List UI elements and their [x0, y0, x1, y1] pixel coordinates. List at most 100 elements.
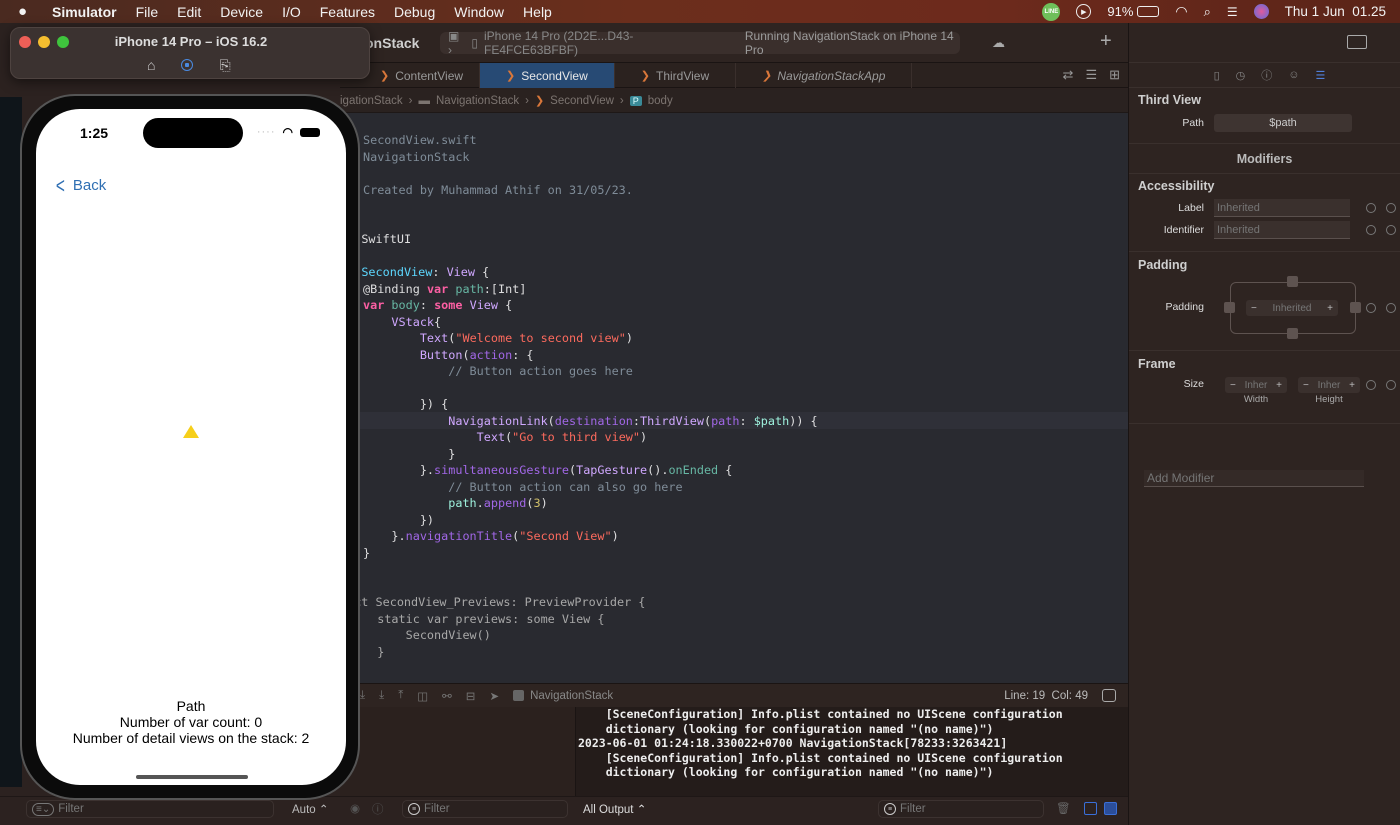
decrement-button[interactable]: −: [1251, 303, 1257, 314]
history-inspector-icon[interactable]: ◷: [1236, 69, 1246, 82]
related-items-icon[interactable]: ⇄: [1063, 67, 1074, 83]
tab-label: SecondView: [521, 68, 588, 83]
size-label: Size: [1183, 378, 1204, 390]
option-circle[interactable]: [1366, 380, 1376, 390]
add-modifier-input[interactable]: [1144, 470, 1364, 487]
breadcrumb-item[interactable]: igationStack: [340, 95, 403, 107]
width-stepper[interactable]: − Inher +: [1225, 377, 1287, 393]
menu-simulator[interactable]: Simulator: [52, 4, 117, 20]
menu-file[interactable]: File: [136, 4, 159, 20]
rotate-icon[interactable]: ⎘: [219, 57, 230, 74]
option-circle[interactable]: [1386, 225, 1396, 235]
view-hierarchy-icon[interactable]: ◫: [417, 689, 428, 703]
increment-button[interactable]: +: [1276, 380, 1282, 391]
line-app-icon[interactable]: LINE: [1042, 2, 1061, 21]
battery-status[interactable]: 91%: [1107, 4, 1160, 19]
console-filter-input[interactable]: ≡ Filter: [878, 800, 1044, 818]
show-console-icon[interactable]: [1104, 802, 1117, 815]
breadcrumb-item[interactable]: body: [648, 95, 673, 107]
screenshot-icon[interactable]: [181, 59, 194, 71]
home-icon[interactable]: ⌂: [147, 57, 155, 74]
back-button[interactable]: < Back: [54, 175, 106, 197]
padding-stepper[interactable]: − Inherited +: [1246, 300, 1338, 316]
environment-overrides-icon[interactable]: ⊟: [466, 689, 476, 703]
info-icon[interactable]: ⓘ: [372, 801, 384, 817]
add-icon[interactable]: +: [1100, 30, 1112, 53]
split-editor-icon[interactable]: ⊞: [1109, 67, 1120, 83]
attributes-inspector-icon[interactable]: ☰: [1316, 69, 1326, 82]
run-status: Running NavigationStack on iPhone 14 Pro: [744, 29, 954, 57]
trash-icon[interactable]: 🗑: [1056, 801, 1071, 815]
toggle-inspector-icon[interactable]: [1347, 35, 1367, 49]
option-circle[interactable]: [1366, 303, 1376, 313]
auto-selector[interactable]: Auto ⌃: [292, 802, 329, 816]
breadcrumb-item[interactable]: NavigationStack: [436, 95, 519, 107]
accessibility-inspector-icon[interactable]: ☺: [1288, 69, 1299, 81]
file-inspector-icon[interactable]: ▯: [1214, 69, 1220, 82]
breadcrumb-item[interactable]: SecondView: [550, 95, 614, 107]
siri-icon[interactable]: [1253, 4, 1269, 19]
decrement-button[interactable]: −: [1303, 380, 1309, 391]
filter-icon: ≡: [884, 803, 896, 815]
filter-options-icon[interactable]: ≡⌄: [32, 802, 55, 816]
increment-button[interactable]: +: [1349, 380, 1355, 391]
menu-window[interactable]: Window: [454, 4, 504, 20]
show-variables-icon[interactable]: [1084, 802, 1097, 815]
tab-thirdview[interactable]: ❯ ThirdView: [615, 63, 737, 88]
section-title-third-view: Third View: [1138, 93, 1201, 107]
path-field[interactable]: $path: [1214, 114, 1352, 132]
editor-options-icon[interactable]: ☰: [1085, 67, 1097, 83]
spotlight-search-icon[interactable]: ⌕: [1204, 4, 1211, 20]
option-circle[interactable]: [1386, 203, 1396, 213]
navigator-filter-input[interactable]: ≡⌄ Filter: [26, 800, 274, 818]
step-over-icon[interactable]: ⤓: [360, 689, 365, 703]
option-circle[interactable]: [1366, 203, 1376, 213]
variables-filter-input[interactable]: ≡ Filter: [402, 800, 568, 818]
code-editor[interactable]: SecondView.swift NavigationStack Created…: [340, 113, 1128, 684]
accessibility-identifier-input[interactable]: [1214, 221, 1350, 239]
option-circle[interactable]: [1386, 303, 1396, 313]
decrement-button[interactable]: −: [1230, 380, 1236, 391]
increment-button[interactable]: +: [1327, 303, 1333, 314]
toggle-debug-area-icon[interactable]: [1102, 689, 1116, 702]
datetime[interactable]: Thu 1 Jun 01.25: [1285, 4, 1386, 19]
console-line: [SceneConfiguration] Info.plist containe…: [578, 750, 1063, 765]
height-stepper[interactable]: − Inher +: [1298, 377, 1360, 393]
simulate-location-icon[interactable]: ➤: [489, 689, 499, 703]
var-count-text: Number of var count: 0: [119, 714, 263, 730]
tab-navigationstackapp[interactable]: ❯ NavigationStackApp: [736, 63, 913, 88]
option-circle[interactable]: [1386, 380, 1396, 390]
option-circle[interactable]: [1366, 225, 1376, 235]
play-icon[interactable]: ▶: [1076, 4, 1092, 19]
padding-top-toggle[interactable]: [1287, 276, 1298, 287]
control-center-icon[interactable]: ☰: [1227, 5, 1238, 19]
padding-bottom-toggle[interactable]: [1287, 328, 1298, 339]
menu-debug[interactable]: Debug: [394, 4, 435, 20]
wifi-icon[interactable]: ◠: [1175, 3, 1187, 20]
console-output[interactable]: [SceneConfiguration] Info.plist containe…: [576, 707, 1128, 802]
tab-label: NavigationStackApp: [777, 68, 886, 83]
cloud-icon[interactable]: ☁: [992, 35, 1005, 51]
menu-device[interactable]: Device: [220, 4, 263, 20]
tab-secondview[interactable]: ❯ SecondView: [480, 63, 615, 88]
battery-percent: 91%: [1107, 4, 1134, 19]
quick-help-icon[interactable]: ⓘ: [1261, 67, 1272, 83]
tab-label: ContentView: [395, 68, 464, 83]
accessibility-label-input[interactable]: [1214, 199, 1350, 217]
padding-right-toggle[interactable]: [1350, 302, 1361, 313]
memory-graph-icon[interactable]: ⚯: [442, 689, 452, 703]
iphone-screen[interactable]: 1:25 ···· ◠ < Back Path Number of var cou…: [36, 109, 346, 785]
step-in-icon[interactable]: ⤓: [379, 689, 384, 703]
scheme-selector[interactable]: ▣ › ▯ iPhone 14 Pro (2D2E...D43-FE4FCE63…: [440, 29, 960, 57]
step-out-icon[interactable]: ⤒: [398, 689, 403, 703]
menu-features[interactable]: Features: [320, 4, 375, 20]
home-indicator[interactable]: [136, 775, 248, 779]
eye-icon[interactable]: ◉: [350, 801, 360, 815]
menu-help[interactable]: Help: [523, 4, 552, 20]
padding-left-toggle[interactable]: [1224, 302, 1235, 313]
output-selector[interactable]: All Output ⌃: [583, 802, 646, 816]
menu-edit[interactable]: Edit: [177, 4, 201, 20]
menu-io[interactable]: I/O: [282, 4, 301, 20]
apple-icon[interactable]: ●: [18, 3, 34, 20]
status-time: 1:25: [80, 125, 109, 141]
